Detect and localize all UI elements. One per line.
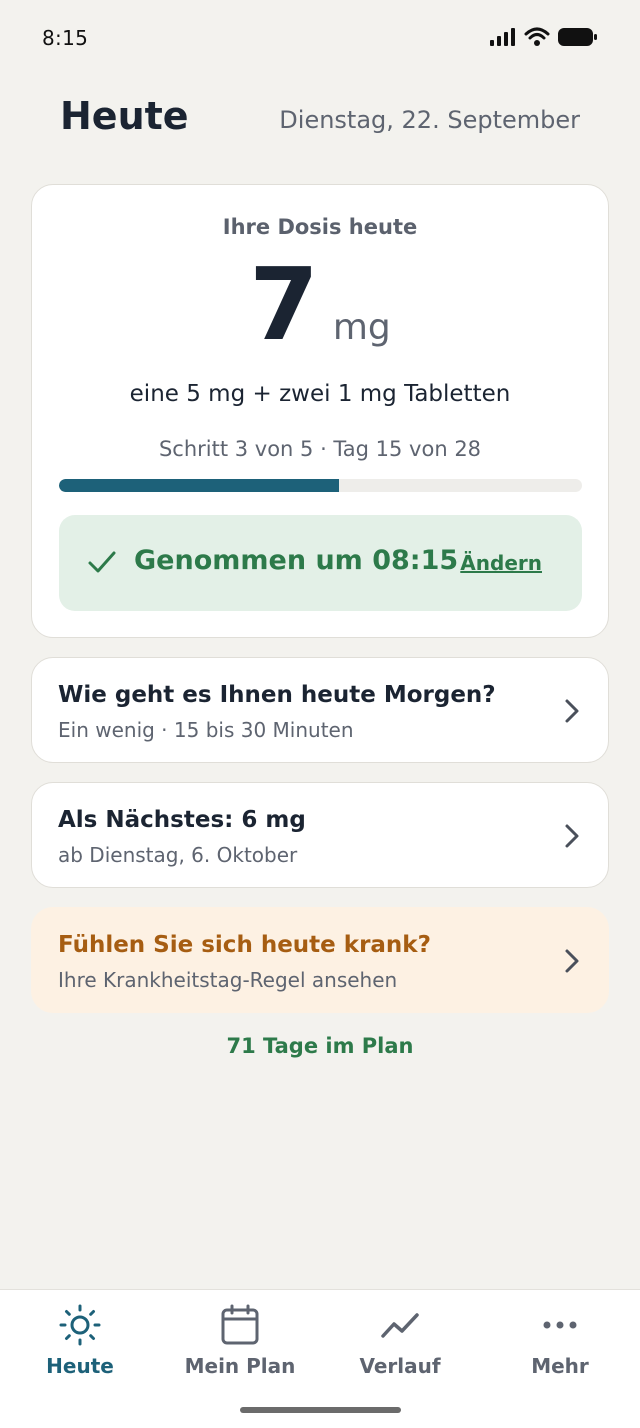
next-dose-card[interactable]: Als Nächstes: 6 mg ab Dienstag, 6. Oktob… [31,782,609,888]
dose-progress-fill [59,479,340,492]
dose-number: 7 [249,246,319,363]
chevron-right-icon [565,699,579,723]
header-date: Dienstag, 22. September [279,106,580,134]
calendar-icon [221,1304,259,1345]
signal-icon [490,28,515,46]
card-subtitle: ab Dienstag, 6. Oktober [58,843,298,867]
tab-mein-plan[interactable]: Mein Plan [160,1302,320,1392]
dose-step-text: Schritt 3 von 5 · Tag 15 von 28 [158,437,482,461]
dose-heading: Ihre Dosis heute [222,215,418,239]
trend-icon [381,1313,419,1338]
sick-day-card[interactable]: Fühlen Sie sich heute krank? Ihre Krankh… [31,907,609,1013]
more-icon [543,1321,577,1329]
tab-heute[interactable]: Heute [0,1302,160,1392]
tab-verlauf[interactable]: Verlauf [320,1302,480,1392]
dose-card: Ihre Dosis heute 7 mg eine 5 mg + zwei 1… [31,184,609,638]
status-bar: 8:15 [0,0,640,80]
tab-label: Heute [46,1354,114,1378]
dose-value: 7 mg [32,255,608,355]
home-indicator[interactable] [240,1407,401,1413]
check-icon [88,551,116,573]
dose-unit: mg [332,307,391,348]
battery-icon [558,28,597,46]
tab-label: Verlauf [359,1354,441,1378]
dose-progress-bar [59,479,582,492]
status-time: 8:15 [42,26,89,50]
wifi-icon [524,27,550,46]
taken-status-box: Genommen um 08:15 Ändern [59,515,582,611]
chevron-right-icon [565,949,579,973]
tab-label: Mein Plan [184,1354,296,1378]
morning-checkin-card[interactable]: Wie geht es Ihnen heute Morgen? Ein weni… [31,657,609,763]
change-link[interactable]: Ändern [460,551,542,575]
page-header: Heute Dienstag, 22. September [0,88,640,158]
card-title: Wie geht es Ihnen heute Morgen? [58,682,496,708]
page-title: Heute [60,94,189,138]
tab-mehr[interactable]: Mehr [480,1302,640,1392]
card-title: Als Nächstes: 6 mg [58,807,306,833]
days-in-plan: 71 Tage im Plan [226,1034,414,1058]
card-subtitle: Ihre Krankheitstag-Regel ansehen [58,968,398,992]
card-subtitle: Ein wenig · 15 bis 30 Minuten [58,718,354,742]
card-title: Fühlen Sie sich heute krank? [58,932,431,958]
dose-description: eine 5 mg + zwei 1 mg Tabletten [129,381,511,407]
taken-text: Genommen um 08:15 [134,545,459,576]
sun-icon [59,1304,101,1346]
status-icons [490,27,598,47]
tab-label: Mehr [531,1354,589,1378]
chevron-right-icon [565,824,579,848]
